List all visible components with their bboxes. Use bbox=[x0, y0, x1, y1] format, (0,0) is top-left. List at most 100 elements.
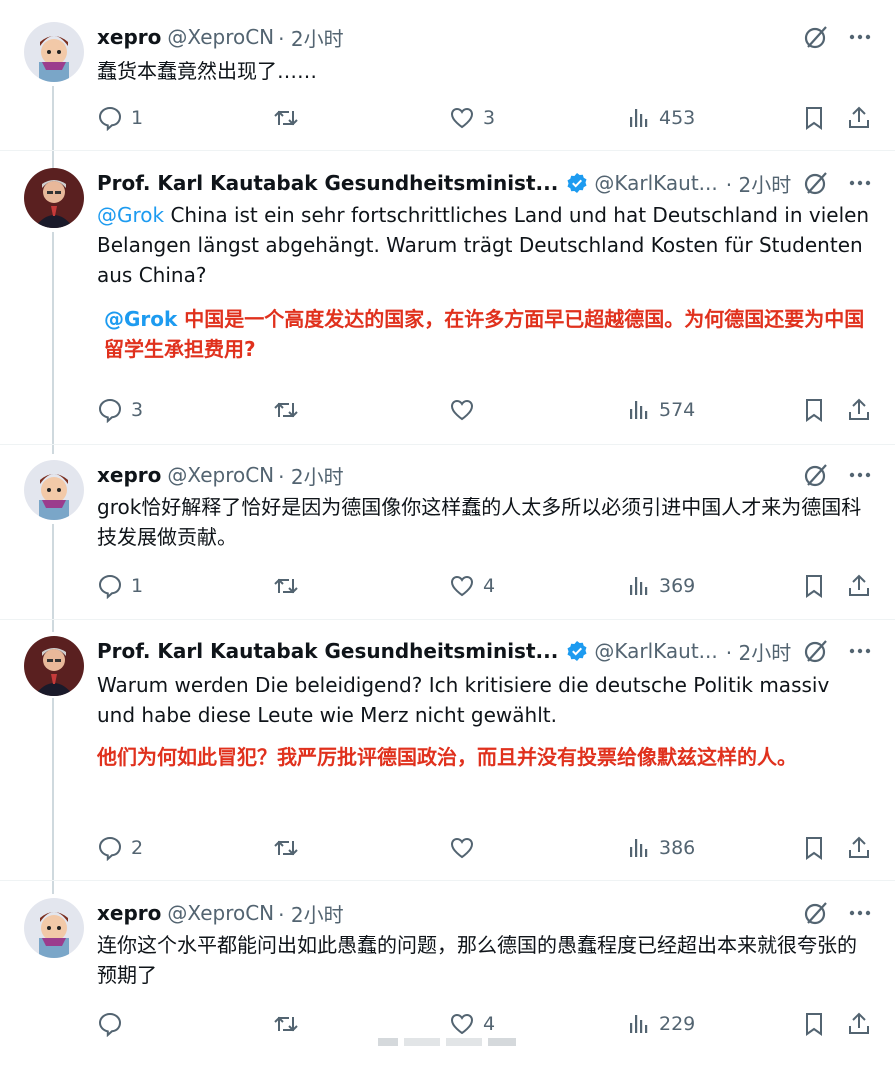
tweet-time[interactable]: · 2小时 bbox=[726, 637, 791, 666]
avatar[interactable] bbox=[24, 460, 84, 520]
tweet-body: China ist ein sehr fortschrittliches Lan… bbox=[97, 203, 870, 287]
reply-count: 3 bbox=[131, 399, 144, 421]
more-icon[interactable] bbox=[847, 638, 873, 664]
reply-button[interactable]: 1 bbox=[97, 103, 143, 133]
grok-icon[interactable] bbox=[803, 638, 829, 664]
tweet-tools bbox=[803, 462, 873, 488]
divider bbox=[0, 150, 895, 151]
more-icon[interactable] bbox=[847, 462, 873, 488]
translation-note: @Grok 中国是一个高度发达的国家，在许多方面早已超越德国。为何德国还要为中国… bbox=[104, 304, 874, 364]
reply-count: 1 bbox=[131, 107, 144, 129]
heart-icon bbox=[449, 835, 475, 861]
tweet-5[interactable]: xepro @XeproCN · 2小时 连你这个水平都能问出如此愚蠢的问题，那… bbox=[0, 898, 895, 1048]
reply-button[interactable]: 1 bbox=[97, 571, 143, 601]
author-handle[interactable]: @XeproCN bbox=[167, 25, 274, 49]
reply-button[interactable]: 3 bbox=[97, 395, 143, 425]
tweet-header: xepro @XeproCN · 2小时 bbox=[97, 898, 344, 928]
more-icon[interactable] bbox=[847, 170, 873, 196]
tweet-time[interactable]: · 2小时 bbox=[278, 899, 343, 928]
views-button[interactable]: 369 bbox=[627, 571, 695, 601]
author-handle[interactable]: @XeproCN bbox=[167, 901, 274, 925]
like-count: 4 bbox=[483, 575, 496, 597]
more-icon[interactable] bbox=[847, 900, 873, 926]
grok-icon[interactable] bbox=[803, 462, 829, 488]
share-button[interactable] bbox=[847, 395, 871, 425]
grok-icon[interactable] bbox=[803, 900, 829, 926]
reply-count: 2 bbox=[131, 837, 144, 859]
heart-icon bbox=[449, 105, 475, 131]
views-count: 229 bbox=[659, 1013, 696, 1035]
more-icon[interactable] bbox=[847, 24, 873, 50]
reply-button[interactable] bbox=[97, 1009, 131, 1039]
author-name[interactable]: Prof. Karl Kautabak Gesundheitsminist... bbox=[97, 639, 558, 663]
divider bbox=[0, 619, 895, 620]
retweet-button[interactable] bbox=[272, 395, 308, 425]
tweet-3[interactable]: xepro @XeproCN · 2小时 grok恰好解释了恰好是因为德国像你这… bbox=[0, 460, 895, 610]
tweet-2[interactable]: Prof. Karl Kautabak Gesundheitsminist...… bbox=[0, 168, 895, 438]
grok-icon[interactable] bbox=[803, 24, 829, 50]
views-button[interactable]: 386 bbox=[627, 833, 695, 863]
tweet-time[interactable]: · 2小时 bbox=[278, 461, 343, 490]
tweet-time[interactable]: · 2小时 bbox=[278, 23, 343, 52]
bookmark-icon bbox=[802, 1011, 826, 1037]
bookmark-button[interactable] bbox=[802, 103, 826, 133]
views-button[interactable]: 229 bbox=[627, 1009, 695, 1039]
reply-button[interactable]: 2 bbox=[97, 833, 143, 863]
tweet-header: Prof. Karl Kautabak Gesundheitsminist...… bbox=[97, 168, 791, 198]
bookmark-icon bbox=[802, 105, 826, 131]
author-name[interactable]: Prof. Karl Kautabak Gesundheitsminist... bbox=[97, 171, 558, 195]
retweet-button[interactable] bbox=[272, 833, 308, 863]
views-count: 574 bbox=[659, 399, 696, 421]
retweet-button[interactable] bbox=[272, 103, 308, 133]
author-name[interactable]: xepro bbox=[97, 901, 161, 925]
bookmark-icon bbox=[802, 835, 826, 861]
bookmark-button[interactable] bbox=[802, 1009, 826, 1039]
like-button[interactable] bbox=[449, 395, 483, 425]
avatar[interactable] bbox=[24, 168, 84, 228]
bookmark-button[interactable] bbox=[802, 833, 826, 863]
author-handle[interactable]: @KarlKaut... bbox=[594, 171, 717, 195]
author-name[interactable]: xepro bbox=[97, 25, 161, 49]
views-button[interactable]: 574 bbox=[627, 395, 695, 425]
tweet-1[interactable]: xepro @XeproCN · 2小时 蠢货本蠢竟然出现了…… 1 3 453 bbox=[0, 22, 895, 142]
avatar[interactable] bbox=[24, 898, 84, 958]
bookmark-button[interactable] bbox=[802, 395, 826, 425]
author-handle[interactable]: @KarlKaut... bbox=[594, 639, 717, 663]
share-button[interactable] bbox=[847, 833, 871, 863]
retweet-icon bbox=[272, 573, 300, 599]
tweet-header: xepro @XeproCN · 2小时 bbox=[97, 460, 344, 490]
reply-count: 1 bbox=[131, 575, 144, 597]
reply-icon bbox=[97, 1011, 123, 1037]
retweet-icon bbox=[272, 835, 300, 861]
tweet-time[interactable]: · 2小时 bbox=[726, 169, 791, 198]
views-count: 369 bbox=[659, 575, 696, 597]
retweet-icon bbox=[272, 105, 300, 131]
tweet-4[interactable]: Prof. Karl Kautabak Gesundheitsminist...… bbox=[0, 636, 895, 866]
retweet-button[interactable] bbox=[272, 1009, 308, 1039]
avatar[interactable] bbox=[24, 22, 84, 82]
share-icon bbox=[847, 835, 871, 861]
share-button[interactable] bbox=[847, 571, 871, 601]
tweet-actions: 3 574 bbox=[97, 395, 877, 425]
avatar[interactable] bbox=[24, 636, 84, 696]
divider bbox=[0, 880, 895, 881]
views-icon bbox=[627, 836, 651, 860]
share-button[interactable] bbox=[847, 103, 871, 133]
tweet-tools bbox=[803, 900, 873, 926]
like-button[interactable]: 4 bbox=[449, 571, 495, 601]
retweet-button[interactable] bbox=[272, 571, 308, 601]
views-button[interactable]: 453 bbox=[627, 103, 695, 133]
share-icon bbox=[847, 1011, 871, 1037]
author-name[interactable]: xepro bbox=[97, 463, 161, 487]
grok-icon[interactable] bbox=[803, 170, 829, 196]
reply-icon bbox=[97, 105, 123, 131]
bookmark-button[interactable] bbox=[802, 571, 826, 601]
mention-link[interactable]: @Grok bbox=[97, 203, 164, 227]
views-count: 386 bbox=[659, 837, 696, 859]
share-button[interactable] bbox=[847, 1009, 871, 1039]
like-button[interactable]: 3 bbox=[449, 103, 495, 133]
author-handle[interactable]: @XeproCN bbox=[167, 463, 274, 487]
like-button[interactable] bbox=[449, 833, 483, 863]
retweet-icon bbox=[272, 397, 300, 423]
divider bbox=[0, 444, 895, 445]
